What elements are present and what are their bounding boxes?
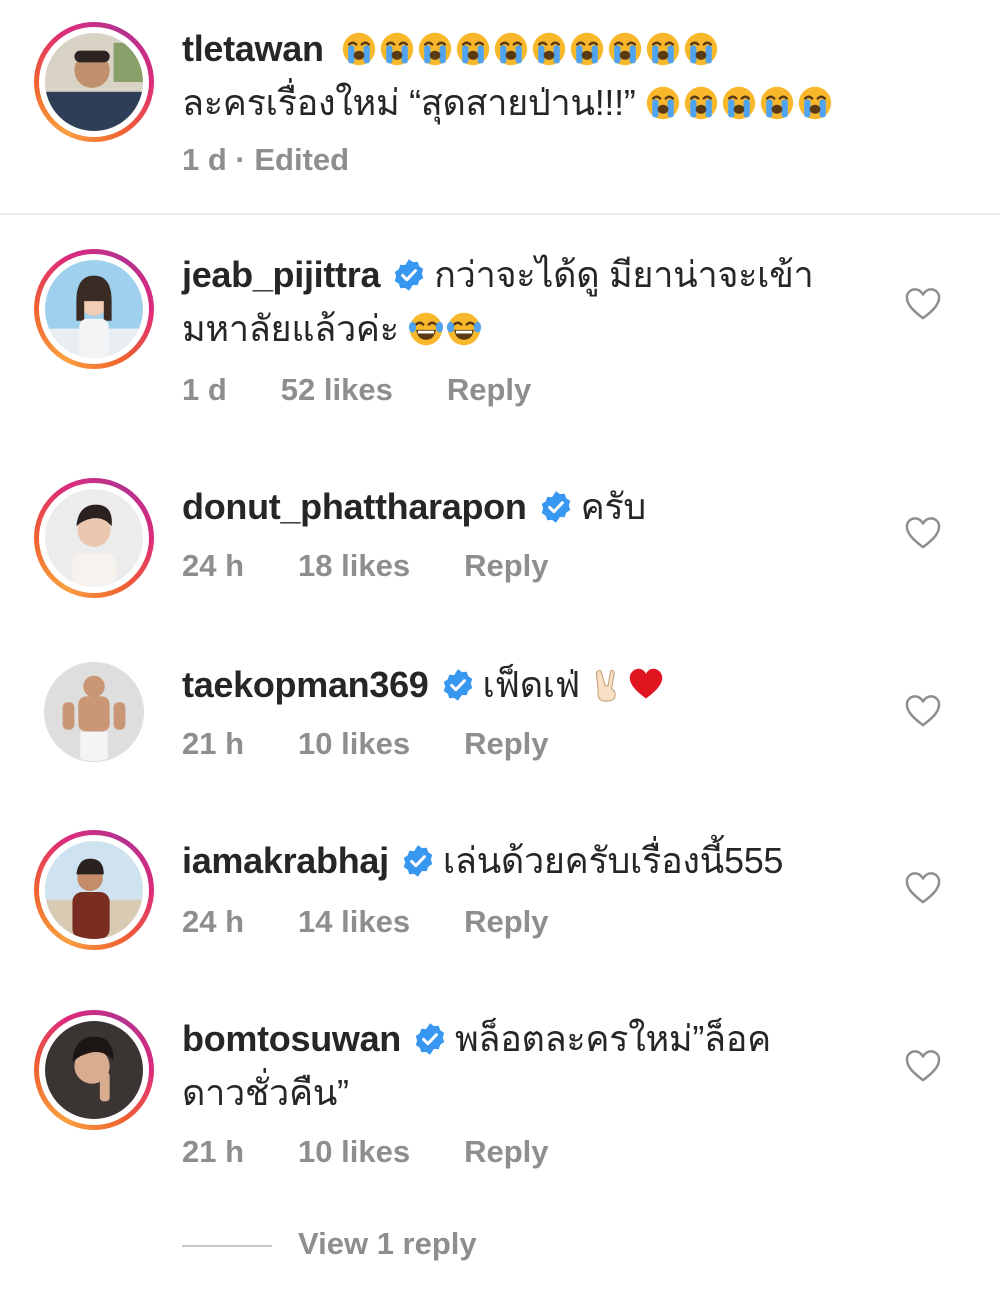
crying-emoji-row bbox=[645, 82, 835, 123]
comment-time: 21 h bbox=[182, 726, 245, 761]
caption-line-1: tletawan bbox=[182, 22, 882, 76]
avatar-bomtosuwan[interactable] bbox=[34, 1010, 154, 1130]
loudly-crying-face-icon bbox=[759, 85, 795, 121]
comment-meta: 1 d 52 likes Reply bbox=[182, 372, 531, 408]
comment-text: พล็อตละครใหม่”ล็อค bbox=[455, 1018, 771, 1059]
reply-button[interactable]: Reply bbox=[464, 904, 548, 940]
comment-username[interactable]: jeab_pijittra bbox=[182, 254, 380, 295]
loudly-crying-face-icon bbox=[341, 31, 377, 67]
comment-line-1: bomtosuwan พล็อตละครใหม่”ล็อค bbox=[182, 1012, 882, 1066]
avatar-donut-phattharapon[interactable] bbox=[34, 478, 154, 598]
like-heart-icon[interactable] bbox=[904, 1049, 942, 1083]
avatar-iamakrabhaj[interactable] bbox=[34, 830, 154, 950]
loudly-crying-face-icon bbox=[531, 31, 567, 67]
comment-likes[interactable]: 14 likes bbox=[298, 904, 410, 940]
comment-line-1: taekopman369 เฟ็ดเฟ่ bbox=[182, 658, 882, 712]
caption-username[interactable]: tletawan bbox=[182, 28, 324, 69]
caption-divider bbox=[0, 213, 1000, 215]
victory-hand-icon bbox=[590, 667, 626, 703]
comment-likes[interactable]: 10 likes bbox=[298, 1134, 410, 1170]
like-heart-icon[interactable] bbox=[904, 287, 942, 321]
comment-username[interactable]: iamakrabhaj bbox=[182, 840, 389, 881]
verified-badge-icon bbox=[539, 490, 573, 524]
comment-meta: 24 h 18 likes Reply bbox=[182, 548, 549, 584]
red-heart-icon bbox=[628, 667, 664, 703]
view-replies-label[interactable]: View 1 reply bbox=[298, 1226, 477, 1261]
post-caption: tletawan ละครเรื่องใหม่ “สุดสายป่าน!!!” … bbox=[0, 0, 1000, 214]
comment-likes[interactable]: 10 likes bbox=[298, 726, 410, 762]
loudly-crying-face-icon bbox=[607, 31, 643, 67]
avatar-tletawan[interactable] bbox=[34, 22, 154, 142]
avatar-jeab-pijittra[interactable] bbox=[34, 249, 154, 369]
caption-line-2: ละครเรื่องใหม่ “สุดสายป่าน!!!” bbox=[182, 76, 882, 130]
loudly-crying-face-icon bbox=[683, 31, 719, 67]
like-heart-icon[interactable] bbox=[904, 871, 942, 905]
replies-line bbox=[182, 1244, 272, 1247]
like-heart-icon[interactable] bbox=[904, 516, 942, 550]
loudly-crying-face-icon bbox=[721, 85, 757, 121]
loudly-crying-face-icon bbox=[455, 31, 491, 67]
comment-meta: 21 h 10 likes Reply bbox=[182, 726, 549, 762]
comment-username[interactable]: taekopman369 bbox=[182, 664, 429, 705]
loudly-crying-face-icon bbox=[417, 31, 453, 67]
loudly-crying-face-icon bbox=[683, 85, 719, 121]
comment-username[interactable]: donut_phattharapon bbox=[182, 486, 527, 527]
comment-time: 24 h bbox=[182, 548, 245, 583]
comment-line-1: jeab_pijittra กว่าจะได้ดู มียาน่าจะเข้า bbox=[182, 248, 882, 302]
comment-time: 21 h bbox=[182, 1134, 245, 1169]
reply-button[interactable]: Reply bbox=[464, 1134, 548, 1170]
comment-line-1: iamakrabhaj เล่นด้วยครับเรื่องนี้555 bbox=[182, 834, 882, 888]
tears-of-joy-icon bbox=[408, 311, 444, 347]
comment-line-2: ดาวชั่วคืน” bbox=[182, 1066, 882, 1120]
avatar-taekopman369[interactable] bbox=[34, 652, 154, 772]
comment-line-1: donut_phattharapon ครับ bbox=[182, 480, 882, 534]
tears-of-joy-icon bbox=[446, 311, 482, 347]
comment-text-continued: ดาวชั่วคืน” bbox=[182, 1072, 349, 1113]
comment-text: เฟ็ดเฟ่ bbox=[482, 664, 581, 705]
crying-emoji-row bbox=[341, 28, 721, 69]
reply-button[interactable]: Reply bbox=[464, 726, 548, 762]
like-heart-icon[interactable] bbox=[904, 694, 942, 728]
view-replies-button[interactable]: View 1 reply bbox=[182, 1226, 477, 1262]
loudly-crying-face-icon bbox=[569, 31, 605, 67]
loudly-crying-face-icon bbox=[493, 31, 529, 67]
loudly-crying-face-icon bbox=[645, 31, 681, 67]
comment-text-continued: มหาลัยแล้วค่ะ bbox=[182, 308, 399, 349]
loudly-crying-face-icon bbox=[645, 85, 681, 121]
loudly-crying-face-icon bbox=[379, 31, 415, 67]
verified-badge-icon bbox=[441, 668, 475, 702]
verified-badge-icon bbox=[392, 258, 426, 292]
verified-badge-icon bbox=[401, 844, 435, 878]
comment-meta: 21 h 10 likes Reply bbox=[182, 1134, 549, 1170]
loudly-crying-face-icon bbox=[797, 85, 833, 121]
comment-username[interactable]: bomtosuwan bbox=[182, 1018, 401, 1059]
comment-time: 24 h bbox=[182, 904, 245, 939]
verified-badge-icon bbox=[413, 1022, 447, 1056]
comment-text: เล่นด้วยครับเรื่องนี้555 bbox=[442, 840, 784, 881]
comment-line-2: มหาลัยแล้วค่ะ bbox=[182, 302, 882, 356]
comment-text: ครับ bbox=[580, 486, 647, 527]
caption-meta: 1 d · Edited bbox=[182, 142, 350, 177]
reply-button[interactable]: Reply bbox=[447, 372, 531, 408]
comment-likes[interactable]: 18 likes bbox=[298, 548, 410, 584]
comment-likes[interactable]: 52 likes bbox=[281, 372, 393, 408]
comment-text: กว่าจะได้ดู มียาน่าจะเข้า bbox=[434, 254, 814, 295]
reply-button[interactable]: Reply bbox=[464, 548, 548, 584]
caption-text: ละครเรื่องใหม่ “สุดสายป่าน!!!” bbox=[182, 82, 636, 123]
comment-time: 1 d bbox=[182, 372, 227, 407]
comment-meta: 24 h 14 likes Reply bbox=[182, 904, 549, 940]
